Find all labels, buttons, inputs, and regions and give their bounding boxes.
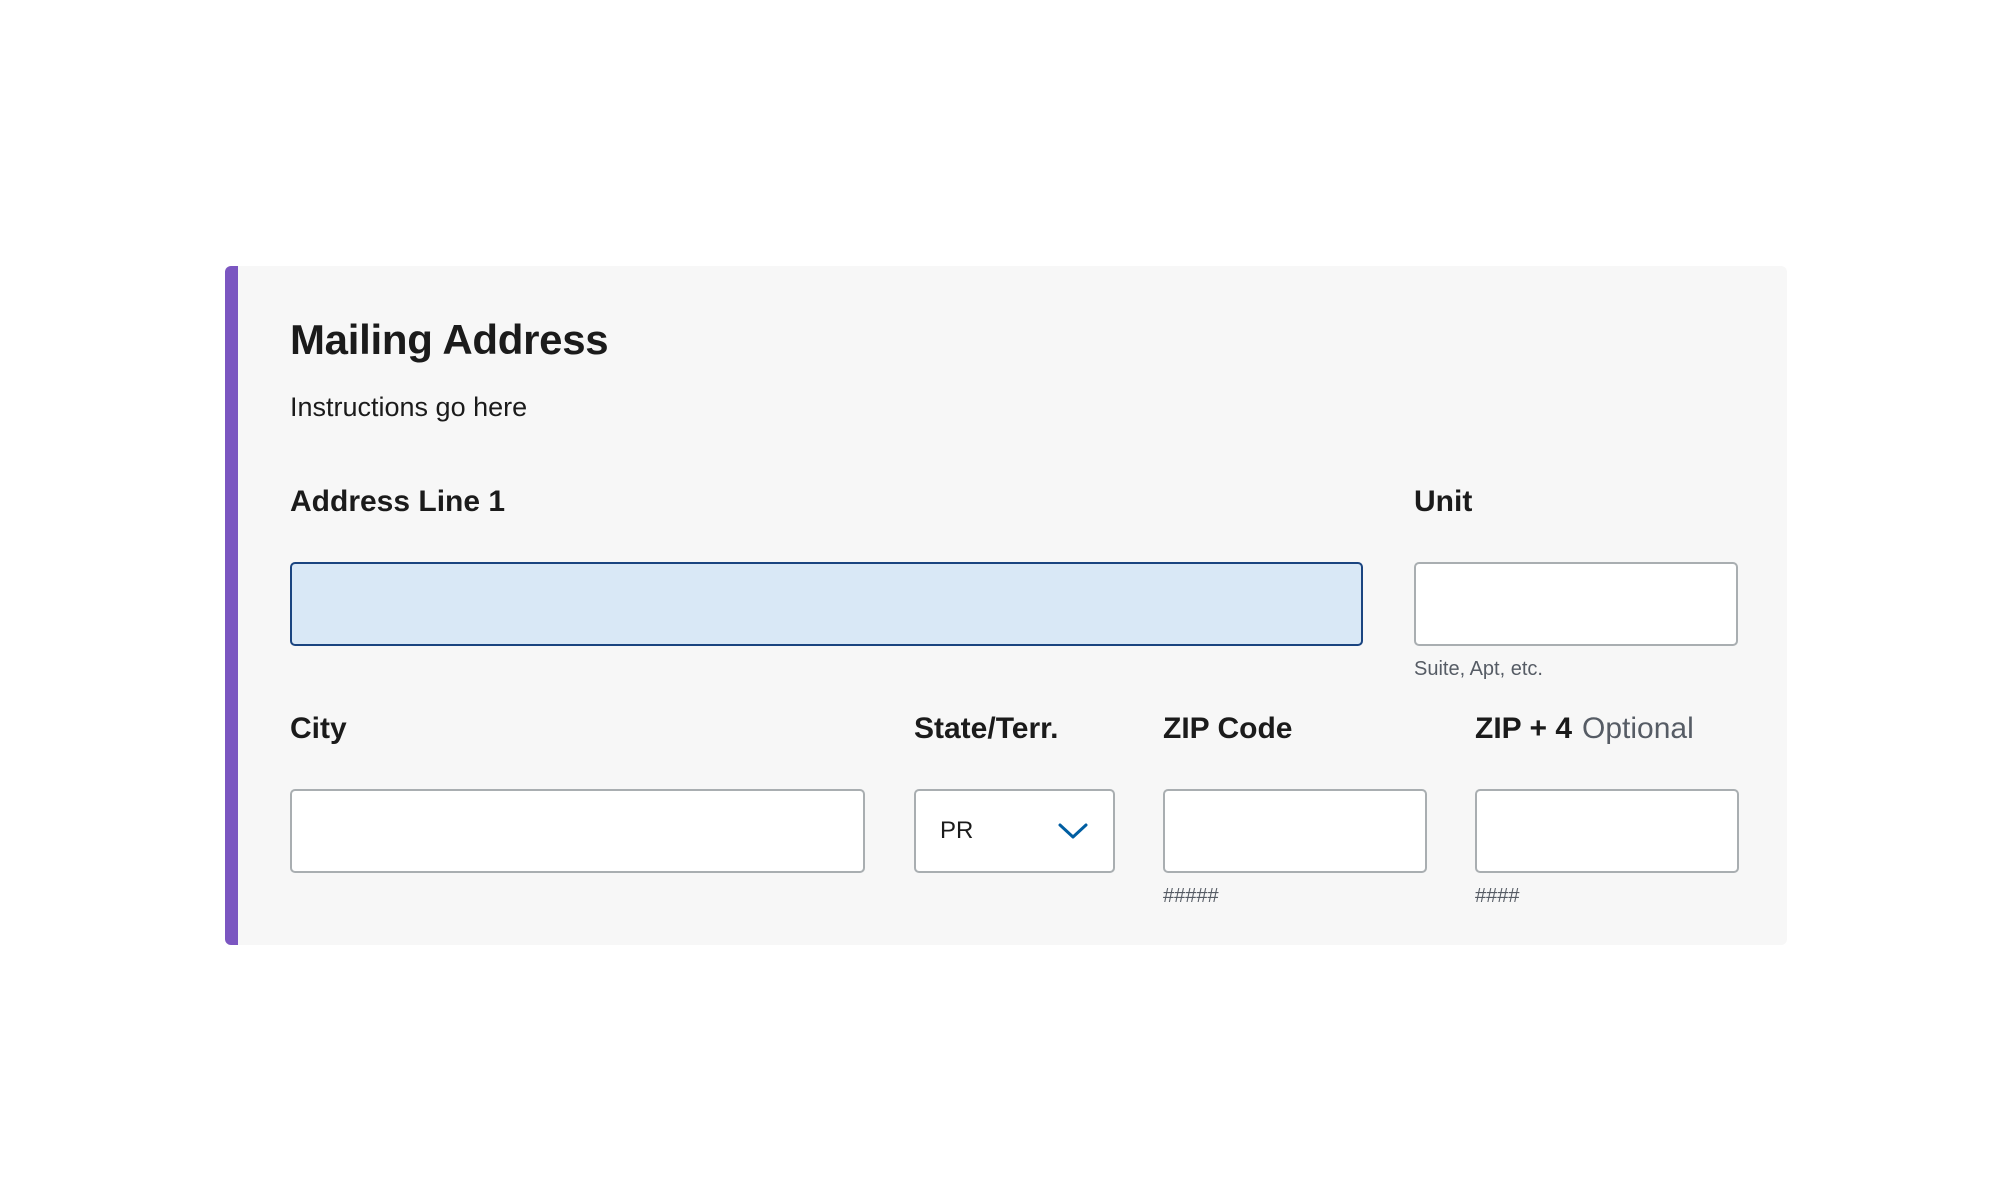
zip4-hint: ####: [1475, 885, 1520, 907]
zip-field: ZIP Code #####: [1163, 709, 1427, 907]
state-field: State/Terr. PR: [914, 709, 1115, 873]
page: Mailing Address Instructions go here Add…: [0, 0, 2000, 1200]
unit-field: Unit Suite, Apt, etc.: [1414, 482, 1738, 680]
unit-label: Unit: [1414, 485, 1473, 518]
city-label: City: [290, 712, 347, 745]
accent-bar: [225, 266, 238, 945]
unit-input[interactable]: [1414, 562, 1738, 646]
zip-hint: #####: [1163, 885, 1219, 907]
state-select[interactable]: PR: [914, 789, 1115, 873]
zip4-input[interactable]: [1475, 789, 1739, 873]
mailing-address-card: Mailing Address Instructions go here Add…: [225, 266, 1787, 945]
zip4-field: ZIP + 4 Optional ####: [1475, 709, 1739, 907]
form-title: Mailing Address: [290, 316, 609, 363]
form-instructions: Instructions go here: [290, 392, 528, 422]
state-label: State/Terr.: [914, 712, 1059, 745]
address-line1-label: Address Line 1: [290, 485, 506, 518]
zip4-label: ZIP + 4 Optional: [1475, 709, 1739, 749]
state-selected-value: PR: [940, 817, 974, 844]
zip-input[interactable]: [1163, 789, 1427, 873]
address-line1-field: Address Line 1: [290, 482, 1363, 646]
zip4-label-text: ZIP + 4: [1475, 712, 1573, 745]
zip-label: ZIP Code: [1163, 712, 1293, 745]
unit-hint: Suite, Apt, etc.: [1414, 658, 1543, 680]
chevron-down-icon: [1057, 821, 1089, 841]
address-line1-input[interactable]: [290, 562, 1363, 646]
zip4-optional-tag: Optional: [1582, 712, 1694, 745]
city-input[interactable]: [290, 789, 865, 873]
city-field: City: [290, 709, 865, 873]
